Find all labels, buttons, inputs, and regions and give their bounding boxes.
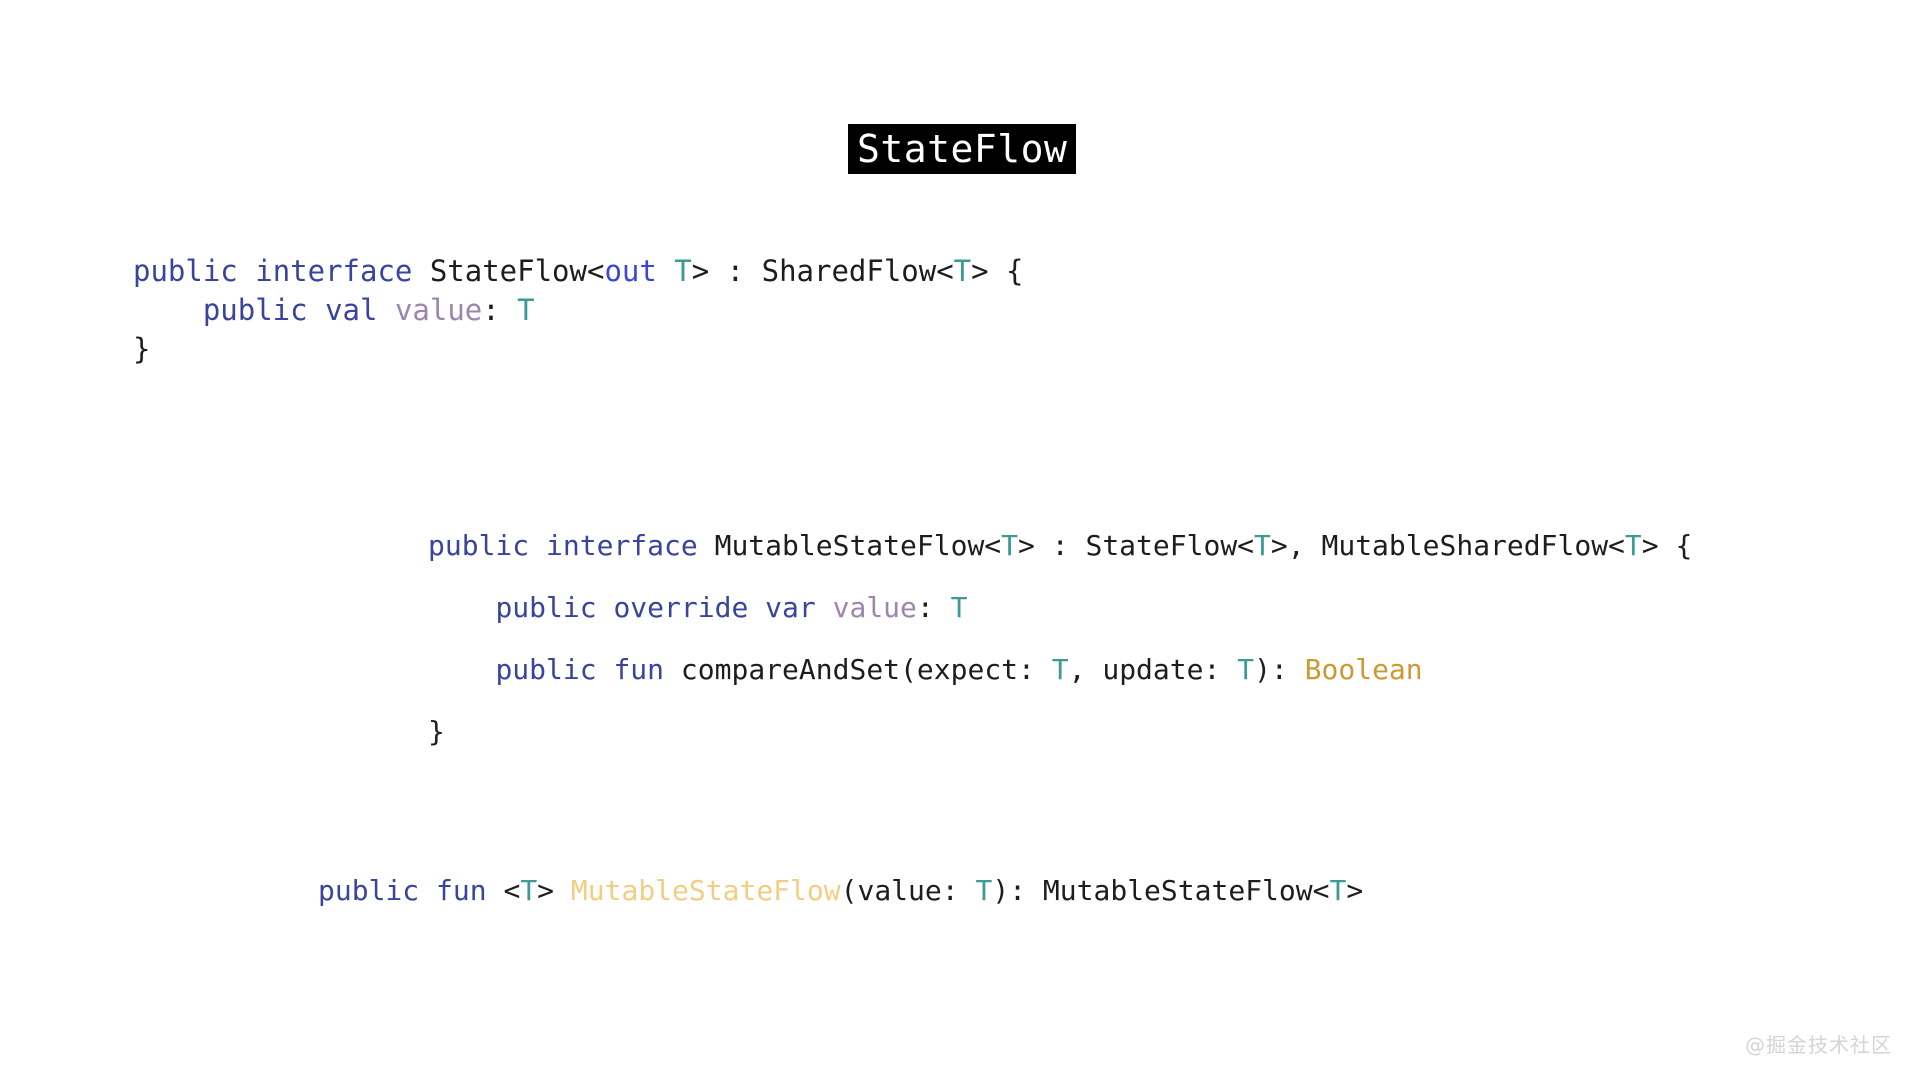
code-token-kw: fun bbox=[613, 653, 665, 686]
code-token-generic: T bbox=[674, 254, 692, 288]
code-token-plain: > bbox=[537, 874, 571, 907]
code-line: public fun compareAndSet(expect: T, upda… bbox=[428, 651, 1692, 689]
code-token-kw: interface bbox=[546, 529, 698, 562]
code-token-generic: T bbox=[975, 874, 993, 907]
code-token-mod: out bbox=[604, 254, 657, 288]
code-token-plain: : bbox=[916, 591, 951, 624]
code-token-kw: var bbox=[765, 591, 816, 624]
code-token-generic: T bbox=[950, 591, 968, 624]
watermark: @掘金技术社区 bbox=[1745, 1033, 1892, 1057]
code-token-plain: (value: bbox=[840, 874, 976, 907]
code-token-plain: ): MutableStateFlow< bbox=[992, 874, 1330, 907]
code-token-kw: public bbox=[428, 529, 530, 562]
code-token-plain: , update: bbox=[1068, 653, 1238, 686]
code-token-plain: > : SharedFlow< bbox=[691, 254, 954, 288]
code-token-generic: T bbox=[953, 254, 972, 288]
code-token-generic: T bbox=[1001, 529, 1019, 562]
code-token-kw: val bbox=[325, 293, 378, 327]
code-token-kw: public bbox=[318, 874, 420, 907]
code-line: } bbox=[133, 330, 1024, 369]
code-token-generic: T bbox=[1237, 653, 1255, 686]
code-token-kw: public bbox=[202, 293, 308, 327]
code-token-generic: T bbox=[517, 293, 535, 327]
code-token-generic: T bbox=[1051, 653, 1069, 686]
code-line: public interface MutableStateFlow<T> : S… bbox=[428, 527, 1692, 565]
code-line: public override var value: T bbox=[428, 589, 1692, 627]
code-block-stateflow-interface: public interface StateFlow<out T> : Shar… bbox=[133, 252, 1024, 369]
code-line: public interface StateFlow<out T> : Shar… bbox=[133, 252, 1024, 291]
code-block-mutablestateflow-interface: public interface MutableStateFlow<T> : S… bbox=[428, 527, 1692, 751]
code-token-plain: : bbox=[482, 293, 518, 327]
code-token-plain: ): bbox=[1254, 653, 1305, 686]
code-token-fnname: MutableStateFlow bbox=[570, 874, 841, 907]
code-token-plain: > bbox=[1346, 874, 1364, 907]
code-token-plain: MutableStateFlow< bbox=[697, 529, 1002, 562]
code-line: public val value: T bbox=[133, 291, 1024, 330]
code-token-generic: T bbox=[520, 874, 538, 907]
code-token-generic: T bbox=[1624, 529, 1642, 562]
code-token-generic: T bbox=[1329, 874, 1347, 907]
code-token-plain: StateFlow< bbox=[412, 254, 605, 288]
code-block-mutablestateflow-factory: public fun <T> MutableStateFlow(value: T… bbox=[318, 872, 1363, 910]
page-title: StateFlow bbox=[848, 124, 1077, 174]
code-token-plain: compareAndSet(expect: bbox=[664, 653, 1052, 686]
code-token-kw: public bbox=[133, 254, 238, 288]
code-token-plain: < bbox=[486, 874, 521, 907]
code-token-kw: fun bbox=[436, 874, 487, 907]
code-token-kw: public bbox=[495, 591, 597, 624]
slide-canvas: StateFlow public interface StateFlow<out… bbox=[0, 0, 1920, 1080]
code-line: public fun <T> MutableStateFlow(value: T… bbox=[318, 872, 1363, 910]
code-token-generic: T bbox=[1254, 529, 1271, 562]
code-token-plain: > { bbox=[971, 254, 1024, 288]
code-token-plain: > { bbox=[1641, 529, 1693, 562]
code-token-kw: interface bbox=[255, 254, 413, 288]
code-token-plain: } bbox=[133, 332, 151, 366]
code-token-plain: } bbox=[428, 715, 445, 748]
code-token-kw: override bbox=[613, 591, 749, 624]
code-line: } bbox=[428, 713, 1692, 751]
code-token-prop: value bbox=[394, 293, 483, 327]
code-token-kw: public bbox=[495, 653, 597, 686]
code-token-plain: >, MutableSharedFlow< bbox=[1270, 529, 1625, 562]
code-token-plain: > : StateFlow< bbox=[1018, 529, 1255, 562]
code-token-builtin: Boolean bbox=[1304, 653, 1423, 686]
code-token-prop: value bbox=[832, 591, 917, 624]
